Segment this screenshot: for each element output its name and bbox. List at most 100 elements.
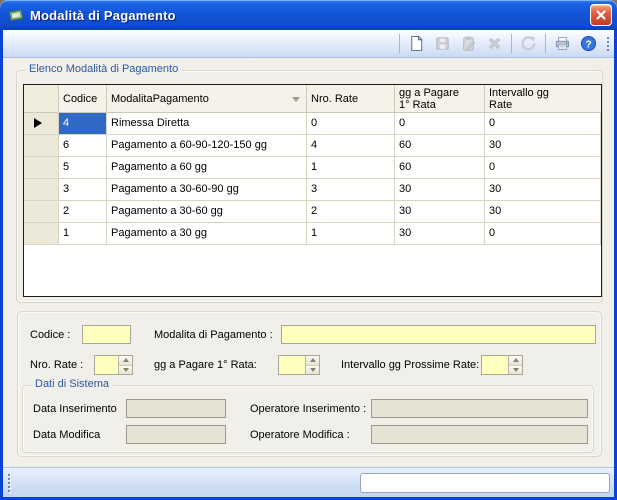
print-icon [554, 35, 571, 52]
new-document-icon [408, 35, 425, 52]
intervallo-field[interactable] [482, 356, 508, 374]
toolbar-separator [399, 34, 400, 53]
cell-codice[interactable]: 2 [59, 201, 107, 223]
table-row[interactable]: 6 Pagamento a 60-90-120-150 gg 4 60 30 [24, 135, 601, 157]
cell-intervallo[interactable]: 0 [485, 157, 601, 179]
cell-nro-rate[interactable]: 0 [307, 113, 395, 135]
cell-intervallo[interactable]: 30 [485, 135, 601, 157]
col-label: Nro. Rate [311, 93, 390, 105]
row-selector[interactable] [24, 179, 59, 201]
elenco-group-label: Elenco Modalità di Pagamento [25, 63, 182, 75]
edit-icon [460, 35, 477, 52]
table-row[interactable]: 4 Rimessa Diretta 0 0 0 [24, 113, 601, 135]
cell-gg-rata[interactable]: 30 [395, 201, 485, 223]
col-header-modalita[interactable]: ModalitaPagamento [107, 85, 307, 113]
row-selector[interactable] [24, 157, 59, 179]
statusbar [3, 467, 614, 497]
cell-gg-rata[interactable]: 0 [395, 113, 485, 135]
spin-down-icon[interactable] [306, 365, 319, 375]
new-button[interactable] [405, 32, 428, 55]
col-header-nro-rate[interactable]: Nro. Rate [307, 85, 395, 113]
toolbar-separator [511, 34, 512, 53]
data-inserimento-label: Data Inserimento [33, 403, 117, 416]
cell-modalita[interactable]: Rimessa Diretta [107, 113, 307, 135]
table-row[interactable]: 3 Pagamento a 30-60-90 gg 3 30 30 [24, 179, 601, 201]
row-selector[interactable] [24, 223, 59, 245]
col-header-codice[interactable]: Codice [59, 85, 107, 113]
cell-nro-rate[interactable]: 4 [307, 135, 395, 157]
spin-up-icon[interactable] [119, 356, 132, 365]
toolbar-overflow-handle[interactable] [605, 32, 611, 55]
col-label: Rate [489, 99, 597, 111]
col-label: ModalitaPagamento [111, 93, 302, 105]
grid-empty-area [24, 245, 601, 296]
gg-rata-field[interactable] [279, 356, 305, 374]
cell-gg-rata[interactable]: 30 [395, 223, 485, 245]
col-label: Codice [63, 93, 102, 105]
nro-rate-field[interactable] [95, 356, 118, 374]
app-window: Modalità di Pagamento [0, 0, 617, 500]
cell-intervallo[interactable]: 30 [485, 179, 601, 201]
grid-corner-header [24, 85, 59, 113]
close-button[interactable] [590, 4, 612, 26]
save-button[interactable] [431, 32, 454, 55]
cell-nro-rate[interactable]: 1 [307, 157, 395, 179]
dati-sistema-label: Dati di Sistema [31, 378, 113, 390]
cell-modalita[interactable]: Pagamento a 30-60 gg [107, 201, 307, 223]
client-area: Elenco Modalità di Pagamento Codice Moda… [3, 58, 614, 467]
delete-button[interactable] [483, 32, 506, 55]
page-title: Modalità di Pagamento [30, 8, 176, 23]
titlebar: Modalità di Pagamento [0, 0, 617, 30]
cell-codice[interactable]: 4 [59, 113, 107, 135]
spin-up-icon[interactable] [306, 356, 319, 365]
operatore-inserimento-label: Operatore Inserimento : [250, 403, 366, 416]
cell-gg-rata[interactable]: 60 [395, 135, 485, 157]
operatore-modifica-field [371, 425, 588, 444]
cell-nro-rate[interactable]: 2 [307, 201, 395, 223]
cell-modalita[interactable]: Pagamento a 60-90-120-150 gg [107, 135, 307, 157]
row-selector[interactable] [24, 201, 59, 223]
cell-intervallo[interactable]: 30 [485, 201, 601, 223]
svg-text:?: ? [585, 39, 591, 50]
modalita-field[interactable] [281, 325, 596, 344]
intervallo-label: Intervallo gg Prossime Rate: [341, 359, 479, 372]
col-header-gg-pagare[interactable]: gg a Pagare 1° Rata [395, 85, 485, 113]
payment-app-icon [7, 6, 25, 24]
table-row[interactable]: 5 Pagamento a 60 gg 1 60 0 [24, 157, 601, 179]
statusbar-grip-handle[interactable] [8, 474, 10, 492]
payment-methods-grid: Codice ModalitaPagamento Nro. Rate gg a … [23, 84, 602, 297]
print-button[interactable] [551, 32, 574, 55]
dati-sistema-groupbox: Dati di Sistema Data Inserimento Operato… [22, 385, 594, 453]
table-row[interactable]: 1 Pagamento a 30 gg 1 30 0 [24, 223, 601, 245]
cell-modalita[interactable]: Pagamento a 60 gg [107, 157, 307, 179]
toolbar: ? [3, 30, 614, 58]
cell-codice[interactable]: 5 [59, 157, 107, 179]
cell-nro-rate[interactable]: 1 [307, 223, 395, 245]
spin-up-icon[interactable] [509, 356, 522, 365]
grid-header: Codice ModalitaPagamento Nro. Rate gg a … [24, 85, 601, 113]
spin-down-icon[interactable] [119, 365, 132, 375]
refresh-icon [520, 35, 537, 52]
cell-codice[interactable]: 6 [59, 135, 107, 157]
col-header-intervallo[interactable]: Intervallo gg Rate [485, 85, 601, 113]
cell-codice[interactable]: 3 [59, 179, 107, 201]
row-selector[interactable] [24, 135, 59, 157]
refresh-button[interactable] [517, 32, 540, 55]
table-row[interactable]: 2 Pagamento a 30-60 gg 2 30 30 [24, 201, 601, 223]
cell-intervallo[interactable]: 0 [485, 223, 601, 245]
cell-modalita[interactable]: Pagamento a 30 gg [107, 223, 307, 245]
row-selector[interactable] [24, 113, 59, 135]
codice-field[interactable] [82, 325, 131, 344]
cell-codice[interactable]: 1 [59, 223, 107, 245]
help-button[interactable]: ? [577, 32, 600, 55]
edit-button[interactable] [457, 32, 480, 55]
statusbar-field[interactable] [360, 473, 610, 493]
cell-nro-rate[interactable]: 3 [307, 179, 395, 201]
data-inserimento-field [126, 399, 226, 418]
codice-label: Codice : [30, 329, 70, 342]
cell-intervallo[interactable]: 0 [485, 113, 601, 135]
cell-modalita[interactable]: Pagamento a 30-60-90 gg [107, 179, 307, 201]
spin-down-icon[interactable] [509, 365, 522, 375]
cell-gg-rata[interactable]: 30 [395, 179, 485, 201]
cell-gg-rata[interactable]: 60 [395, 157, 485, 179]
